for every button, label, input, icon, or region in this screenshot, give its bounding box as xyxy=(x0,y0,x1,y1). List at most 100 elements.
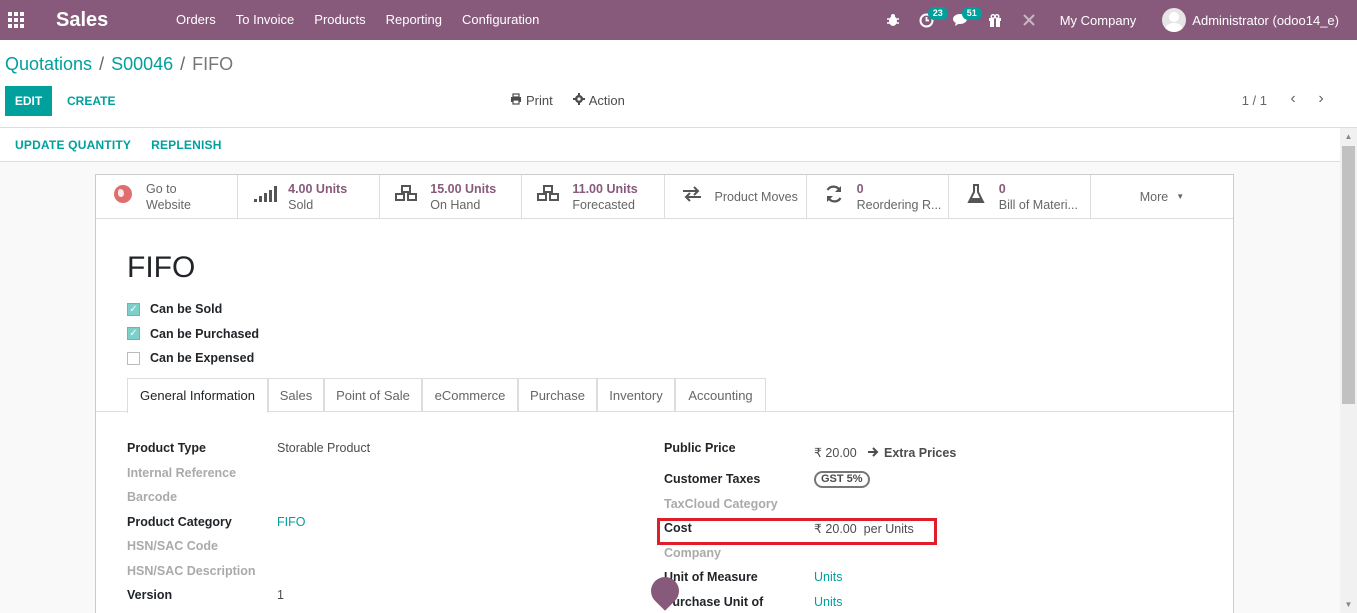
scroll-up-arrow-icon[interactable]: ▲ xyxy=(1340,128,1357,145)
print-icon xyxy=(510,93,522,108)
breadcrumb: Quotations / S00046 / FIFO xyxy=(5,54,233,75)
bug-icon[interactable] xyxy=(876,0,910,40)
reordering-value: 0 xyxy=(856,181,864,196)
taxcloud-category-label: TaxCloud Category xyxy=(664,497,778,511)
can-be-purchased-checkbox[interactable]: ✓ Can be Purchased xyxy=(127,322,259,347)
scrollbar[interactable]: ▲ ▼ xyxy=(1340,128,1357,613)
checkbox-checked-icon: ✓ xyxy=(127,327,140,341)
more-button[interactable]: More ▼ xyxy=(1091,175,1233,218)
apps-menu-icon[interactable] xyxy=(2,0,30,40)
tab-general-information[interactable]: General Information xyxy=(127,378,268,413)
on-hand-button[interactable]: 15.00 Units On Hand xyxy=(380,175,523,218)
gift-icon[interactable] xyxy=(978,0,1012,40)
can-be-expensed-checkbox[interactable]: Can be Expensed xyxy=(127,346,259,371)
website-line1: Go to xyxy=(146,181,177,196)
website-line2: Website xyxy=(146,197,191,212)
breadcrumb-order[interactable]: S00046 xyxy=(111,54,173,75)
go-to-website-button[interactable]: Go to Website xyxy=(96,175,239,218)
caret-down-icon: ▼ xyxy=(1176,192,1185,201)
tab-point-of-sale[interactable]: Point of Sale xyxy=(324,378,422,412)
product-flags: ✓ Can be Sold ✓ Can be Purchased Can be … xyxy=(127,297,259,371)
action-menu[interactable]: Action xyxy=(572,93,625,108)
bom-label: Bill of Materi... xyxy=(998,197,1078,212)
pager-value[interactable]: 1 / 1 xyxy=(1242,93,1267,108)
unit-of-measure-link[interactable]: Units xyxy=(814,570,842,584)
user-name: Administrator (odoo14_e) xyxy=(1192,12,1339,28)
breadcrumb-separator: / xyxy=(180,54,186,74)
scroll-down-arrow-icon[interactable]: ▼ xyxy=(1340,596,1357,613)
form-sheet: Go to Website 4.00 Units Sold 15.00 Units O… xyxy=(95,174,1234,613)
top-navbar: Sales Orders To Invoice Products Reporti… xyxy=(0,0,1357,40)
chat-icon[interactable]: 51 xyxy=(944,0,982,40)
bill-of-materials-button[interactable]: 0 Bill of Materi... xyxy=(949,175,1091,218)
edit-button[interactable]: EDIT xyxy=(5,86,52,116)
gear-icon xyxy=(572,93,585,108)
tab-sales[interactable]: Sales xyxy=(268,378,324,412)
can-be-sold-checkbox[interactable]: ✓ Can be Sold xyxy=(127,297,259,322)
product-category-label: Product Category xyxy=(127,515,232,529)
avatar xyxy=(1162,8,1187,32)
tab-inventory[interactable]: Inventory xyxy=(597,378,675,412)
breadcrumb-quotations[interactable]: Quotations xyxy=(5,54,92,75)
user-menu[interactable]: Administrator (odoo14_e) xyxy=(1162,8,1339,32)
can-be-expensed-label: Can be Expensed xyxy=(150,351,255,366)
extra-prices-label: Extra Prices xyxy=(884,446,957,460)
hsn-description-label: HSN/SAC Description xyxy=(127,564,256,578)
company-label: Company xyxy=(664,546,721,560)
tab-ecommerce[interactable]: eCommerce xyxy=(422,378,518,412)
activity-clock-icon[interactable]: 23 xyxy=(910,0,948,40)
signal-bars-icon xyxy=(252,186,278,207)
forecasted-button[interactable]: 11.00 Units Forecasted xyxy=(522,175,665,218)
arrow-right-icon xyxy=(868,446,879,460)
chevron-right-icon[interactable]: › xyxy=(1307,90,1335,108)
sold-label: Sold xyxy=(288,197,314,212)
customer-tax-tag[interactable]: GST 5% xyxy=(814,471,870,488)
tab-accounting[interactable]: Accounting xyxy=(675,378,766,412)
version-label: Version xyxy=(127,588,173,602)
checkbox-checked-icon: ✓ xyxy=(127,302,140,316)
company-switcher[interactable]: My Company xyxy=(1060,13,1137,28)
purchase-uom-label: Purchase Unit of xyxy=(664,595,764,609)
gst-badge: GST 5% xyxy=(814,471,870,488)
highlight-box xyxy=(657,518,937,545)
breadcrumb-current: FIFO xyxy=(192,54,234,74)
cubes-icon xyxy=(394,185,420,208)
can-be-purchased-label: Can be Purchased xyxy=(150,326,260,341)
reordering-label: Reordering R... xyxy=(856,197,942,212)
product-type-value[interactable]: Storable Product xyxy=(277,441,370,455)
hsn-code-label: HSN/SAC Code xyxy=(127,539,218,553)
update-quantity-button[interactable]: UPDATE QUANTITY xyxy=(5,138,141,152)
chevron-left-icon[interactable]: ‹ xyxy=(1279,90,1307,108)
menu-configuration[interactable]: Configuration xyxy=(452,0,549,40)
product-category-link[interactable]: FIFO xyxy=(277,515,305,529)
tools-icon[interactable] xyxy=(1012,0,1046,40)
create-button[interactable]: CREATE xyxy=(60,86,122,116)
reordering-rules-button[interactable]: 0 Reordering R... xyxy=(807,175,949,218)
product-moves-button[interactable]: Product Moves xyxy=(665,175,807,218)
checkbox-unchecked-icon xyxy=(127,351,140,365)
scroll-thumb[interactable] xyxy=(1342,146,1355,404)
can-be-sold-label: Can be Sold xyxy=(150,302,223,317)
internal-reference-label: Internal Reference xyxy=(127,466,237,480)
more-label: More xyxy=(1139,189,1169,204)
main-menu: Orders To Invoice Products Reporting Con… xyxy=(166,0,549,40)
purchase-uom-link[interactable]: Units xyxy=(814,595,842,609)
print-label: Print xyxy=(526,93,553,108)
bom-value: 0 xyxy=(998,181,1006,196)
app-name[interactable]: Sales xyxy=(56,9,156,32)
menu-to-invoice[interactable]: To Invoice xyxy=(226,0,305,40)
sold-button[interactable]: 4.00 Units Sold xyxy=(238,175,381,218)
extra-prices-button[interactable]: Extra Prices xyxy=(868,446,956,460)
action-menus: Print Action xyxy=(510,93,645,108)
control-panel: Quotations / S00046 / FIFO EDIT CREATE P… xyxy=(0,40,1357,128)
forecasted-value: 11.00 Units xyxy=(572,181,638,196)
tab-purchase[interactable]: Purchase xyxy=(518,378,597,412)
refresh-icon xyxy=(821,184,847,209)
menu-orders[interactable]: Orders xyxy=(166,0,226,40)
public-price-label: Public Price xyxy=(664,441,736,455)
print-menu[interactable]: Print xyxy=(510,93,553,108)
replenish-button[interactable]: REPLENISH xyxy=(141,138,231,152)
menu-products[interactable]: Products xyxy=(304,0,375,40)
menu-reporting[interactable]: Reporting xyxy=(376,0,452,40)
cubes-icon xyxy=(536,185,562,208)
